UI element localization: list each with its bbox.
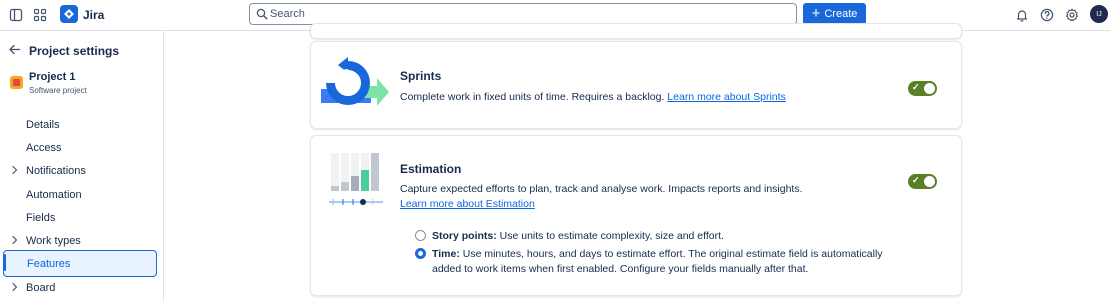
story-points-radio[interactable] [415,230,426,241]
estimation-feature-card: Estimation Capture expected efforts to p… [310,135,962,296]
project-avatar-icon [10,76,23,89]
sidebar-item-fields[interactable]: Fields [3,205,157,230]
time-option[interactable]: Time: Use minutes, hours, and days to es… [415,247,883,277]
time-label: Time: [432,248,460,260]
story-points-label: Story points: [432,230,497,242]
chevron-right-icon[interactable] [11,165,19,178]
features-content: Sprints Complete work in fixed units of … [165,23,1110,301]
search-bar[interactable] [249,3,797,25]
sprints-description-text: Complete work in fixed units of time. Re… [400,91,668,103]
notifications-bell-icon[interactable] [1013,6,1031,24]
previous-feature-card [310,23,962,39]
toggle-knob [924,176,935,187]
sidebar-item-label: Details [26,118,60,131]
estimation-title: Estimation [400,162,462,176]
time-description-continued: added to work items when first enabled. … [432,263,809,275]
sprints-illustration [321,56,391,114]
sprints-feature-card: Sprints Complete work in fixed units of … [310,41,962,129]
sidebar-toggle-icon[interactable] [7,6,25,24]
sidebar-item-features[interactable]: Features [3,250,157,277]
sidebar-item-notifications[interactable]: Notifications [3,158,157,183]
sidebar-item-label: Work types [26,234,81,247]
learn-more-estimation-link-row: Learn more about Estimation [400,198,535,210]
check-icon: ✓ [912,82,920,92]
story-points-description: Use units to estimate complexity, size a… [496,230,724,242]
project-settings-sidebar: Project settings Project 1 Software proj… [0,31,164,301]
sidebar-item-label: Automation [26,188,82,201]
search-icon [256,8,268,23]
sidebar-item-label: Features [27,257,71,270]
sidebar-item-board[interactable]: Board [3,275,157,300]
back-to-project-link[interactable]: Project settings [8,43,119,59]
settings-gear-icon[interactable] [1063,6,1081,24]
create-button-label: Create [824,8,858,20]
sidebar-item-automation[interactable]: Automation [3,182,157,207]
sidebar-item-label: Access [26,141,62,154]
estimation-toggle[interactable]: ✓ [908,174,937,189]
jira-logo-icon[interactable] [60,5,78,23]
estimation-illustration [329,148,383,208]
story-points-option-text: Story points: Use units to estimate comp… [432,229,724,244]
plus-icon: + [811,5,821,22]
story-points-option[interactable]: Story points: Use units to estimate comp… [415,229,724,244]
back-arrow-icon[interactable] [8,43,21,59]
sprints-title: Sprints [400,69,442,83]
learn-more-estimation-link[interactable]: Learn more about Estimation [400,198,535,210]
toggle-knob [924,83,935,94]
time-description: Use minutes, hours, and days to estimate… [459,248,883,260]
sidebar-item-details[interactable]: Details [3,112,157,137]
user-avatar[interactable]: IJ [1090,5,1108,23]
create-button[interactable]: + Create [803,3,866,25]
time-radio[interactable] [415,248,426,259]
sidebar-title: Project settings [29,44,120,58]
app-switcher-icon[interactable] [31,6,49,24]
sprints-toggle[interactable]: ✓ [908,81,937,96]
app-name[interactable]: Jira [83,8,104,22]
chevron-right-icon[interactable] [11,235,19,248]
sidebar-item-access[interactable]: Access [3,135,157,160]
project-type: Software project [29,86,87,95]
estimation-description: Capture expected efforts to plan, track … [400,183,803,195]
check-icon: ✓ [912,175,920,185]
help-icon[interactable] [1038,6,1056,24]
sidebar-item-label: Board [26,281,56,294]
search-input[interactable] [270,6,790,22]
learn-more-sprints-link[interactable]: Learn more about Sprints [667,91,785,103]
chevron-right-icon[interactable] [11,282,19,295]
sprints-description: Complete work in fixed units of time. Re… [400,91,786,103]
project-name: Project 1 [29,71,76,83]
sidebar-item-label: Notifications [26,164,86,177]
time-option-text: Time: Use minutes, hours, and days to es… [432,247,883,277]
sidebar-item-label: Fields [26,211,56,224]
